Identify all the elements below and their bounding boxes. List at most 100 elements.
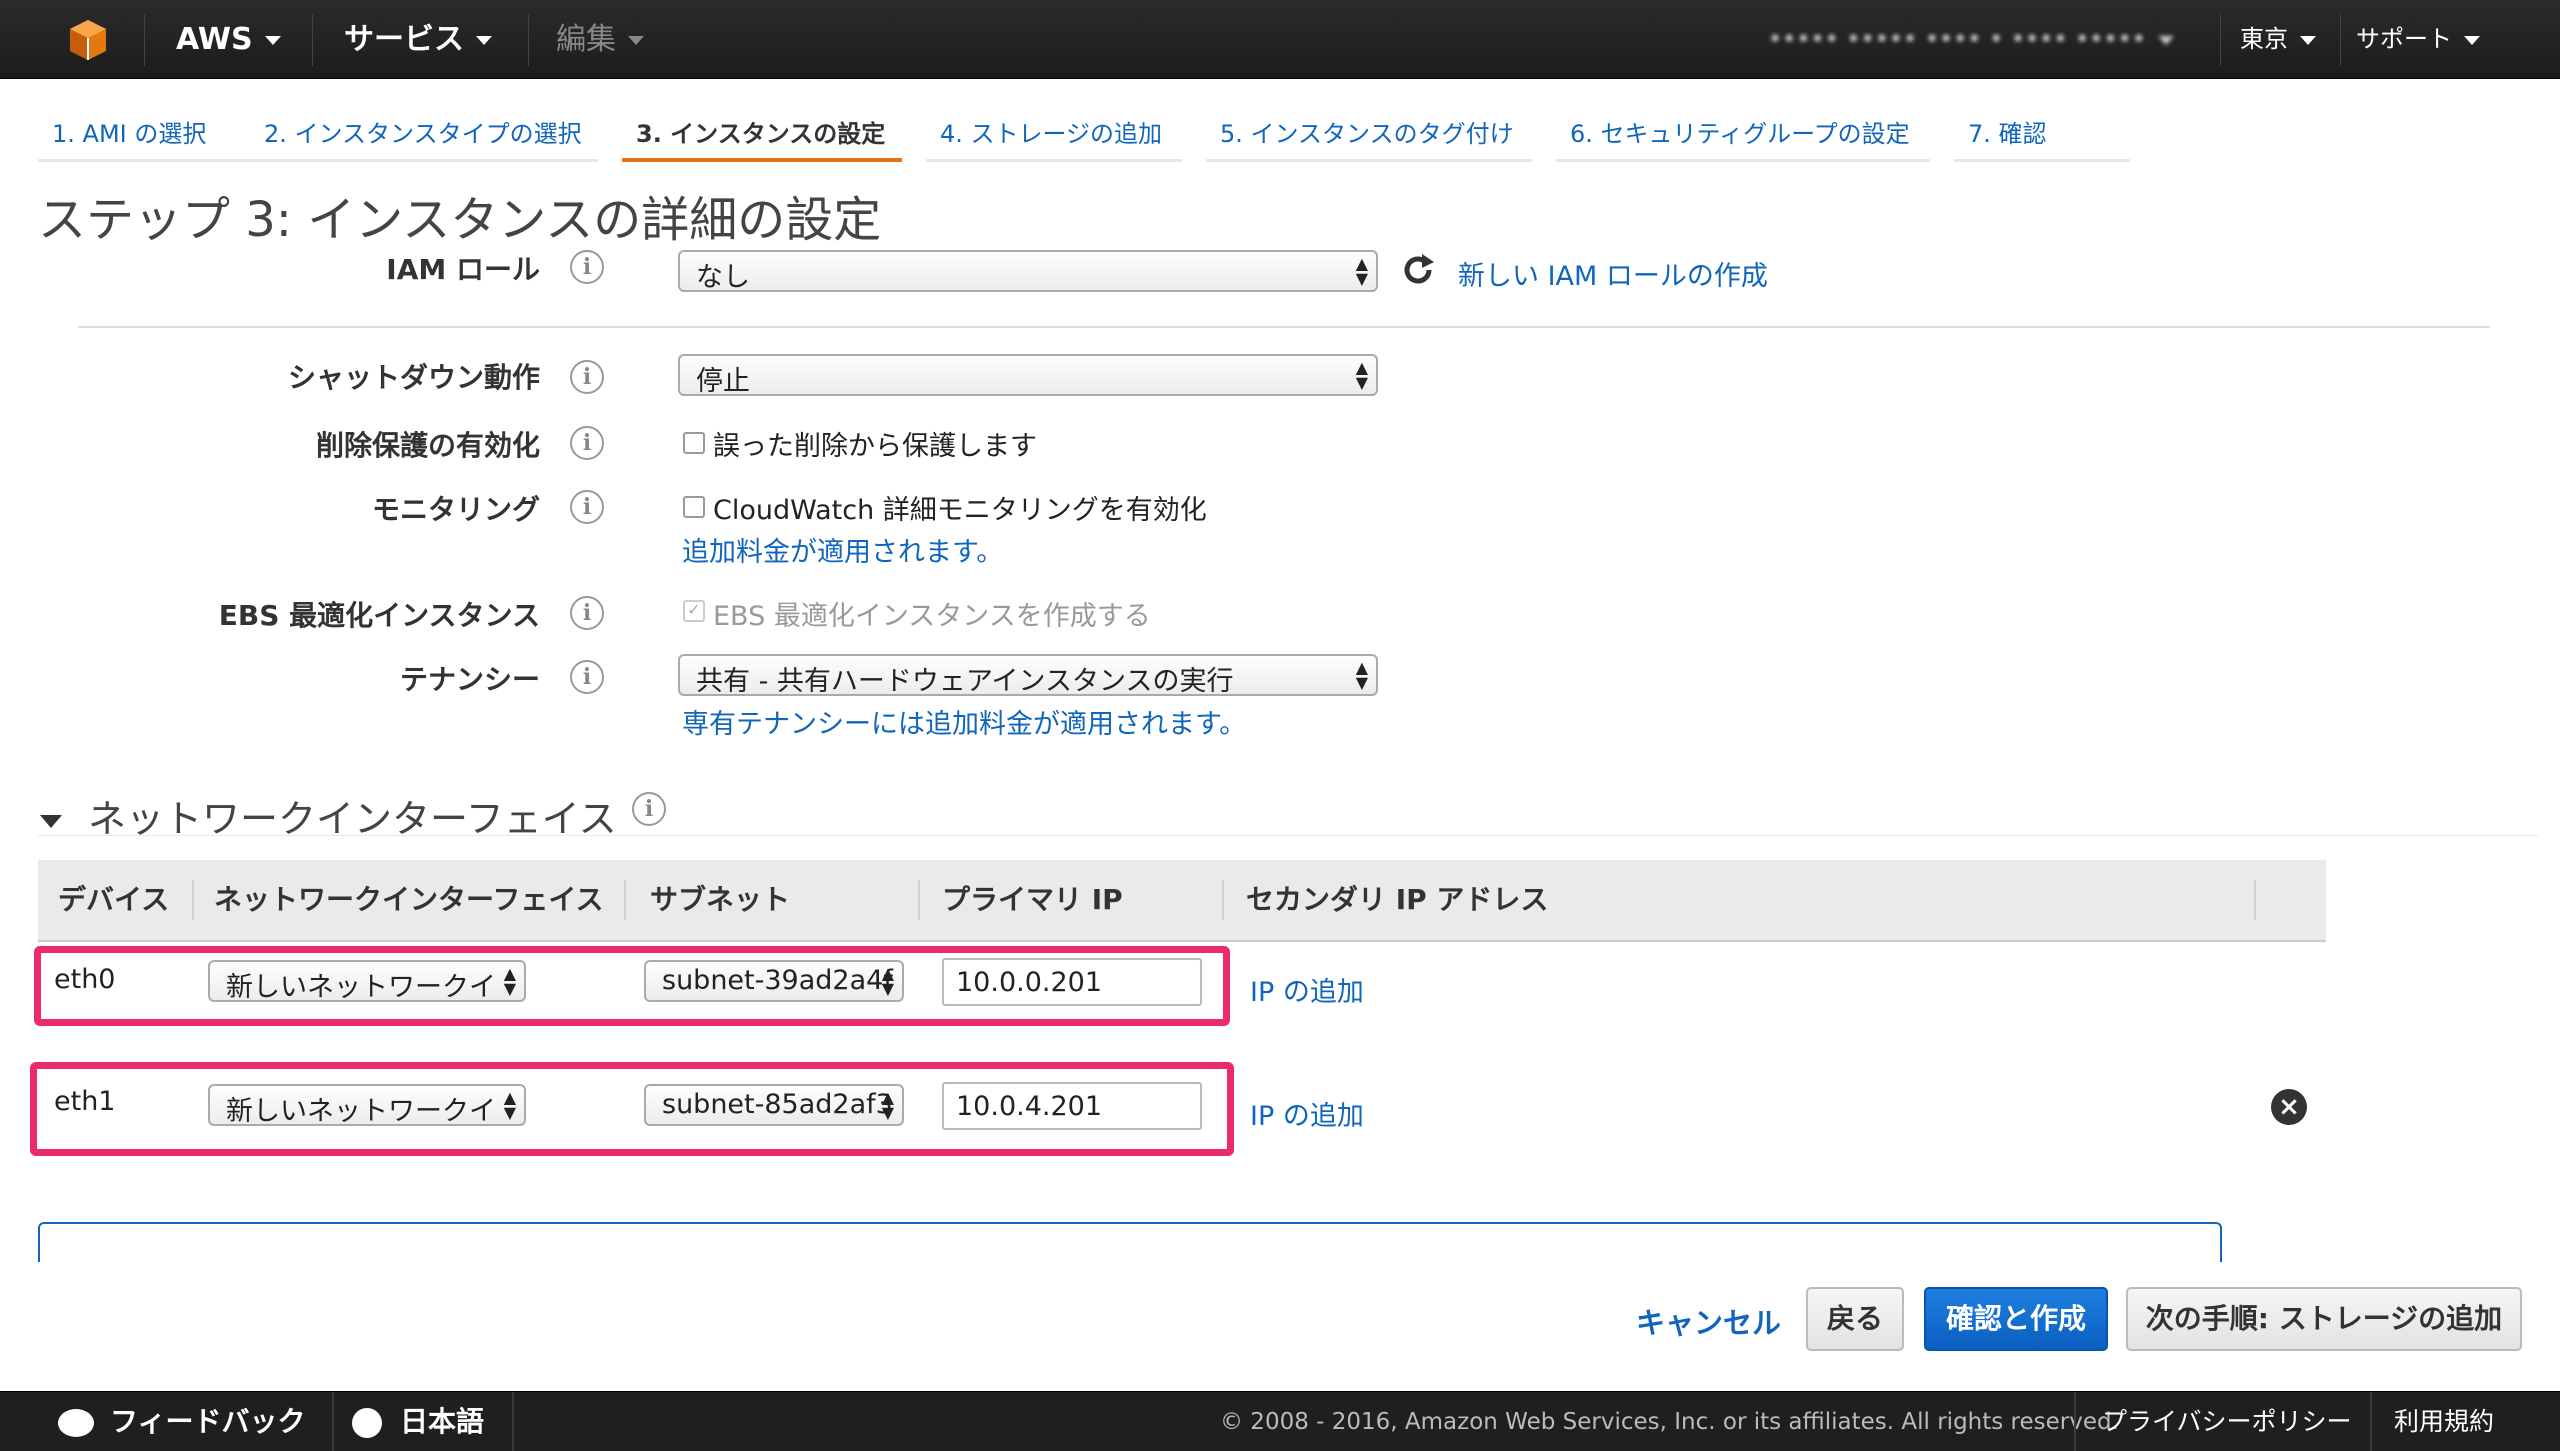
chevron-down-icon (2464, 35, 2480, 45)
column-header-subnet: サブネット (650, 883, 791, 916)
select-arrows-icon: ▲ ▼ (1355, 254, 1368, 288)
edit-menu[interactable]: 編集 (556, 0, 644, 79)
shutdown-select[interactable]: 停止 ▲ ▼ (678, 354, 1378, 396)
language-selector[interactable]: 日本語 (352, 1392, 484, 1451)
column-header-device: デバイス (58, 883, 170, 916)
aws-logo-icon[interactable] (66, 18, 110, 62)
iam-role-select[interactable]: なし ▲ ▼ (678, 250, 1378, 292)
tab-review[interactable]: 7. 確認 (1954, 110, 2130, 162)
edit-menu-label: 編集 (556, 22, 616, 57)
feedback-link[interactable]: フィードバック (58, 1392, 305, 1451)
network-interface-value: 新しいネットワークイ (226, 972, 496, 1002)
ebs-optimized-label: EBS 最適化インスタンス (218, 599, 540, 632)
monitoring-label: モニタリング (371, 493, 540, 526)
speech-bubble-icon (58, 1409, 94, 1437)
region-label: 東京 (2240, 25, 2288, 53)
chevron-down-icon (628, 36, 644, 45)
feedback-label: フィードバック (110, 1405, 306, 1438)
chevron-down-icon (2157, 35, 2174, 45)
tab-add-tags[interactable]: 5. インスタンスのタグ付け (1206, 110, 1532, 162)
monitoring-checkbox-label: CloudWatch 詳細モニタリングを有効化 (713, 495, 1207, 526)
copyright: © 2008 - 2016, Amazon Web Services, Inc.… (1220, 1409, 2119, 1435)
tab-choose-ami[interactable]: 1. AMI の選択 (38, 110, 250, 162)
monitoring-charges-link[interactable]: 追加料金が適用されます。 (682, 530, 1003, 569)
region-menu[interactable]: 東京 (2240, 0, 2316, 79)
create-iam-role-link[interactable]: 新しい IAM ロールの作成 (1458, 254, 1768, 293)
column-header-interface: ネットワークインターフェイス (214, 883, 604, 916)
tab-add-storage[interactable]: 4. ストレージの追加 (926, 110, 1182, 162)
account-name: ••••• ••••• •••• • •••• ••••• (1768, 25, 2146, 53)
services-menu[interactable]: サービス (344, 0, 492, 79)
info-icon[interactable]: i (570, 596, 604, 630)
divider (78, 326, 2490, 328)
column-header-secondary-ip: セカンダリ IP アドレス (1246, 883, 1549, 916)
subnet-value: subnet-39ad2a4f (662, 965, 893, 996)
chevron-down-icon (2300, 35, 2316, 45)
termination-protection-label: 削除保護の有効化 (315, 429, 540, 462)
select-arrows-icon: ▲ ▼ (881, 1088, 894, 1122)
globe-icon (352, 1408, 382, 1438)
add-ip-link[interactable]: IP の追加 (1250, 1094, 1364, 1133)
review-and-launch-button[interactable]: 確認と作成 (1924, 1287, 2108, 1351)
footer: フィードバック 日本語 © 2008 - 2016, Amazon Web Se… (0, 1391, 2560, 1451)
cancel-link[interactable]: キャンセル (1636, 1300, 1781, 1342)
primary-ip-input[interactable]: 10.0.0.201 (942, 958, 1202, 1006)
services-menu-label: サービス (344, 22, 464, 57)
subnet-select[interactable]: subnet-85ad2af3 ▲ ▼ (644, 1084, 904, 1126)
triangle-down-icon (40, 815, 62, 828)
ebs-optimized-checkbox[interactable]: ✓ (683, 600, 705, 622)
column-header-primary-ip: プライマリ IP (942, 883, 1123, 916)
network-interface-value: 新しいネットワークイ (226, 1096, 496, 1126)
next-add-storage-button[interactable]: 次の手順: ストレージの追加 (2126, 1287, 2522, 1351)
select-arrows-icon: ▲ ▼ (1355, 658, 1368, 692)
support-label: サポート (2356, 25, 2452, 53)
info-icon[interactable]: i (570, 490, 604, 524)
page-title: ステップ 3: インスタンスの詳細の設定 (38, 192, 882, 248)
account-menu[interactable]: ••••• ••••• •••• • •••• ••••• (1768, 0, 2174, 79)
chevron-down-icon (476, 36, 492, 45)
dedicated-tenancy-link[interactable]: 専有テナンシーには追加料金が適用されます。 (682, 702, 1246, 741)
language-label: 日本語 (400, 1405, 485, 1438)
select-arrows-icon: ▲ ▼ (881, 964, 894, 998)
info-icon[interactable]: i (570, 660, 604, 694)
terms-link[interactable]: 利用規約 (2394, 1392, 2494, 1451)
info-icon[interactable]: i (570, 250, 604, 284)
aws-menu-label: AWS (176, 22, 253, 57)
network-interface-select[interactable]: 新しいネットワークイ ▲ ▼ (208, 1084, 526, 1126)
privacy-policy-link[interactable]: プライバシーポリシー (2102, 1392, 2352, 1451)
tab-choose-instance-type[interactable]: 2. インスタンスタイプの選択 (250, 110, 598, 162)
shutdown-value: 停止 (696, 366, 750, 396)
top-nav: AWS サービス 編集 ••••• ••••• •••• • •••• ••••… (0, 0, 2560, 79)
refresh-icon[interactable] (1398, 250, 1438, 290)
info-icon[interactable]: i (632, 792, 666, 826)
chevron-down-icon (264, 36, 281, 45)
ebs-optimized-checkbox-label: EBS 最適化インスタンスを作成する (713, 601, 1151, 632)
support-menu[interactable]: サポート (2356, 0, 2480, 79)
device-cell: eth0 (54, 964, 116, 995)
tab-security-group[interactable]: 6. セキュリティグループの設定 (1556, 110, 1930, 162)
add-ip-link[interactable]: IP の追加 (1250, 970, 1364, 1009)
network-interface-select[interactable]: 新しいネットワークイ ▲ ▼ (208, 960, 526, 1002)
network-table-header: デバイス ネットワークインターフェイス サブネット プライマリ IP セカンダリ… (38, 860, 2326, 942)
tab-configure-instance[interactable]: 3. インスタンスの設定 (622, 110, 902, 162)
monitoring-checkbox[interactable] (683, 496, 705, 518)
remove-interface-icon[interactable]: × (2271, 1089, 2307, 1125)
subnet-select[interactable]: subnet-39ad2a4f ▲ ▼ (644, 960, 904, 1002)
iam-role-value: なし (696, 262, 750, 292)
divider (38, 835, 2538, 836)
select-arrows-icon: ▲ ▼ (503, 964, 516, 998)
tenancy-label: テナンシー (399, 663, 540, 696)
primary-ip-input[interactable]: 10.0.4.201 (942, 1082, 1202, 1130)
aws-menu[interactable]: AWS (176, 0, 281, 79)
select-arrows-icon: ▲ ▼ (503, 1088, 516, 1122)
termination-protection-checkbox[interactable] (683, 432, 705, 454)
termination-protection-checkbox-label: 誤った削除から保護します (713, 431, 1037, 462)
tenancy-select[interactable]: 共有 - 共有ハードウェアインスタンスの実行 ▲ ▼ (678, 654, 1378, 696)
back-button[interactable]: 戻る (1806, 1287, 1904, 1351)
device-cell: eth1 (54, 1086, 116, 1117)
iam-role-label: IAM ロール (386, 253, 540, 286)
info-icon[interactable]: i (570, 360, 604, 394)
subnet-value: subnet-85ad2af3 (662, 1089, 893, 1120)
tenancy-value: 共有 - 共有ハードウェアインスタンスの実行 (696, 666, 1234, 696)
info-icon[interactable]: i (570, 426, 604, 460)
